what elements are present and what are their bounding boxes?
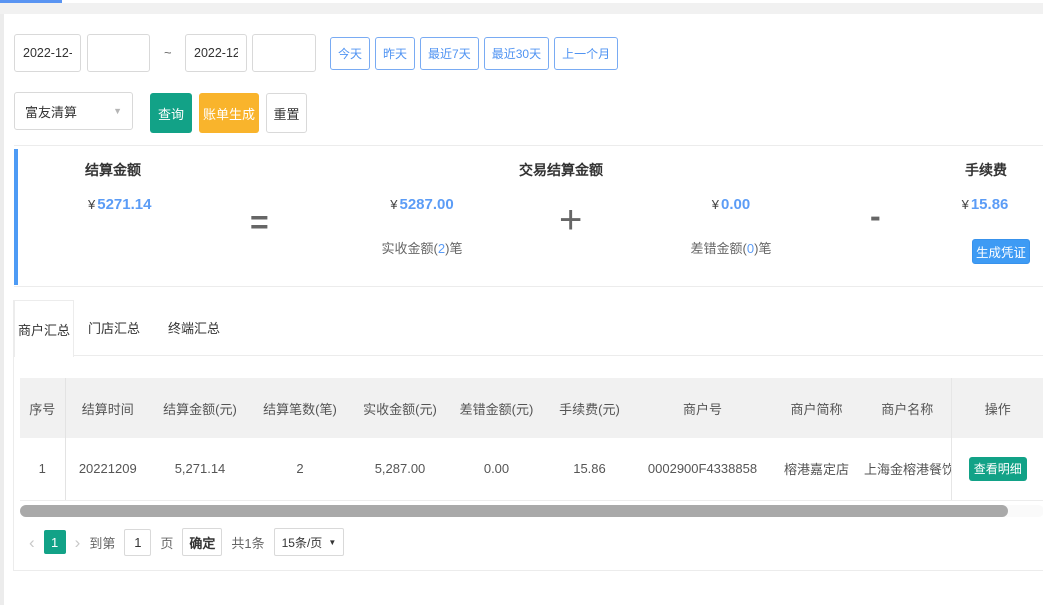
header-action: 操作 xyxy=(950,378,1043,438)
minus-operator: - xyxy=(870,198,881,234)
cell-merchant-name: 上海金榕港餐饮管 xyxy=(864,438,951,501)
received-amount-number: 5287.00 xyxy=(399,196,454,213)
received-sub-suffix: )笔 xyxy=(445,241,463,256)
fee-amount-value: ¥15.86 xyxy=(915,196,1043,214)
tab-merchant-summary[interactable]: 商户汇总 xyxy=(14,300,74,357)
summary-accent-bar xyxy=(14,149,18,285)
chevron-down-icon: ▼ xyxy=(328,537,337,547)
plus-operator: + xyxy=(559,198,583,242)
page-size-select[interactable]: 15条/页 ▼ xyxy=(273,528,345,556)
clearing-channel-value: 富友清算 xyxy=(25,104,78,120)
error-amount-number: 0.00 xyxy=(721,196,751,213)
reset-button[interactable]: 重置 xyxy=(266,93,307,133)
end-date-input[interactable] xyxy=(185,34,247,72)
table-header-row: 序号 结算时间 结算金额(元) 结算笔数(笔) 实收金额(元) 差错金额(元) … xyxy=(20,378,1043,438)
tab-store-summary[interactable]: 门店汇总 xyxy=(74,300,154,355)
clearing-channel-select[interactable]: 富友清算 ▼ xyxy=(14,92,133,130)
settle-amount-value: ¥5271.14 xyxy=(88,196,151,214)
cell-seq: 1 xyxy=(20,438,66,501)
trade-settle-amount-label: 交易结算金额 xyxy=(519,162,603,178)
currency-symbol: ¥ xyxy=(390,197,398,212)
settlement-page: ~ 今天 昨天 最近7天 最近30天 上一个月 富友清算 ▼ 查询 账单生成 重… xyxy=(0,0,1043,605)
summary-tables-card: 商户汇总 门店汇总 终端汇总 序号 结算时间 结算金额(元) 结算笔数(笔) 实… xyxy=(13,300,1043,571)
fee-label: 手续费 xyxy=(965,162,1007,178)
error-sub-suffix: )笔 xyxy=(754,241,772,256)
start-date-input[interactable] xyxy=(14,34,81,72)
received-count-subline: 实收金额(2)笔 xyxy=(332,238,512,257)
currency-symbol: ¥ xyxy=(961,197,969,212)
error-sub-prefix: 差错金额( xyxy=(690,241,747,256)
header-received-amount: 实收金额(元) xyxy=(350,378,450,438)
settle-amount-number: 5271.14 xyxy=(97,196,152,213)
currency-symbol: ¥ xyxy=(711,197,720,212)
view-detail-button[interactable]: 查看明细 xyxy=(968,456,1027,481)
merchant-summary-table: 序号 结算时间 结算金额(元) 结算笔数(笔) 实收金额(元) 差错金额(元) … xyxy=(20,378,1043,501)
quick-range-today-button[interactable]: 今天 xyxy=(330,37,371,70)
tab-terminal-summary[interactable]: 终端汇总 xyxy=(154,300,234,355)
summary-tabs: 商户汇总 门店汇总 终端汇总 xyxy=(14,300,1043,357)
settle-amount-label: 结算金额 xyxy=(85,162,141,178)
date-range-separator: ~ xyxy=(164,45,172,60)
fee-amount-number: 15.86 xyxy=(970,196,1009,213)
horizontal-scrollbar-track[interactable] xyxy=(20,505,1043,517)
header-merchant-short-name: 商户简称 xyxy=(769,378,864,438)
generate-bill-button[interactable]: 账单生成 xyxy=(199,93,259,133)
header-merchant-no: 商户号 xyxy=(636,378,769,438)
cell-settle-time: 20221209 xyxy=(65,438,150,501)
quick-range-lastmonth-button[interactable]: 上一个月 xyxy=(554,37,619,70)
cell-merchant-short-name: 榕港嘉定店 xyxy=(769,438,864,501)
goto-page-prefix-label: 到第 xyxy=(89,535,116,551)
quick-date-range-group: 今天 昨天 最近7天 最近30天 上一个月 xyxy=(330,37,619,70)
pagination: ‹ 1 › 到第 页 确定 共1条 15条/页 ▼ xyxy=(29,528,345,556)
horizontal-scrollbar-thumb[interactable] xyxy=(20,505,1008,517)
settlement-summary-panel: 结算金额 交易结算金额 手续费 ¥5271.14 = ¥5287.00 实收金额… xyxy=(14,145,1043,287)
currency-symbol: ¥ xyxy=(88,197,96,212)
current-page-button[interactable]: 1 xyxy=(43,530,66,554)
cell-action: 查看明细 xyxy=(950,438,1043,501)
table-row: 1 20221209 5,271.14 2 5,287.00 0.00 15.8… xyxy=(20,438,1043,501)
quick-range-last7days-button[interactable]: 最近7天 xyxy=(420,37,479,70)
prev-page-icon[interactable]: ‹ xyxy=(29,534,35,551)
quick-range-yesterday-button[interactable]: 昨天 xyxy=(375,37,416,70)
header-fee: 手续费(元) xyxy=(543,378,636,438)
received-amount-value: ¥5287.00 xyxy=(332,196,512,214)
goto-page-input[interactable] xyxy=(124,528,152,556)
end-time-input[interactable] xyxy=(252,34,316,72)
cell-settle-amount: 5,271.14 xyxy=(150,438,250,501)
page-size-value: 15条/页 xyxy=(281,535,323,550)
chevron-down-icon: ▼ xyxy=(113,106,122,116)
total-count-label: 共1条 xyxy=(231,535,265,551)
cell-error-amount: 0.00 xyxy=(450,438,543,501)
goto-page-confirm-button[interactable]: 确定 xyxy=(182,528,223,556)
error-count-subline: 差错金额(0)笔 xyxy=(641,238,821,257)
top-divider-strip xyxy=(0,3,1043,14)
error-amount-value: ¥0.00 xyxy=(641,196,821,214)
cell-received-amount: 5,287.00 xyxy=(350,438,450,501)
header-merchant-name: 商户名称 xyxy=(864,378,951,438)
cell-fee: 15.86 xyxy=(543,438,636,501)
header-error-amount: 差错金额(元) xyxy=(450,378,543,438)
cell-merchant-no: 0002900F4338858 xyxy=(636,438,769,501)
next-page-icon[interactable]: › xyxy=(75,534,81,551)
quick-range-last30days-button[interactable]: 最近30天 xyxy=(483,37,550,70)
cell-settle-count: 2 xyxy=(250,438,350,501)
goto-page-suffix-label: 页 xyxy=(160,535,174,551)
equals-operator: = xyxy=(250,204,269,240)
start-time-input[interactable] xyxy=(87,34,150,72)
header-settle-count: 结算笔数(笔) xyxy=(250,378,350,438)
header-settle-amount: 结算金额(元) xyxy=(150,378,250,438)
header-settle-time: 结算时间 xyxy=(65,378,150,438)
search-button[interactable]: 查询 xyxy=(150,93,192,133)
generate-voucher-button[interactable]: 生成凭证 xyxy=(972,239,1030,264)
received-sub-prefix: 实收金额( xyxy=(381,241,438,256)
left-page-gutter xyxy=(0,14,4,605)
header-seq: 序号 xyxy=(20,378,66,438)
